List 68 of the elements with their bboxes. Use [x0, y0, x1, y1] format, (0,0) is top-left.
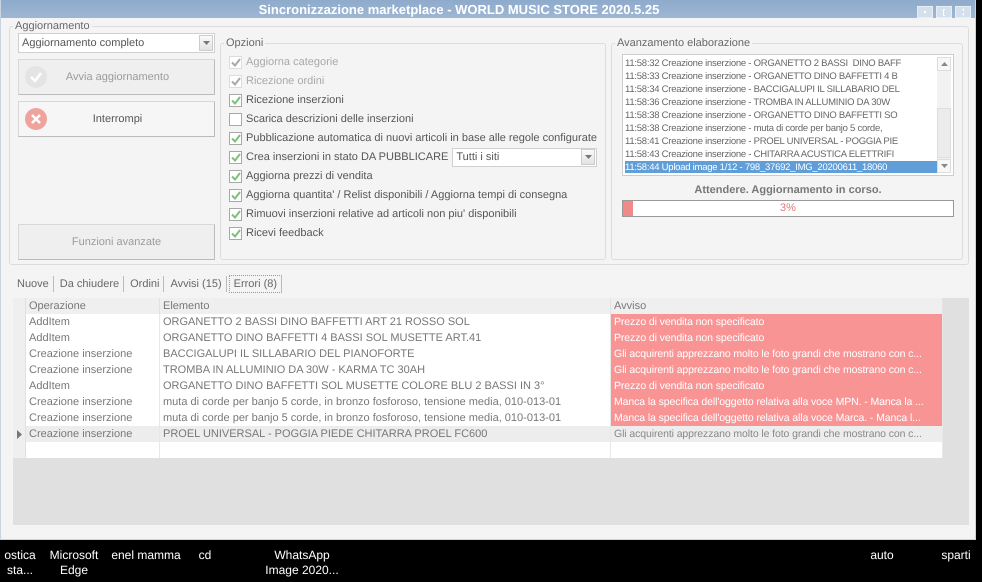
- checkbox[interactable]: [229, 94, 242, 106]
- log-entry[interactable]: 11:58:32 Creazione inserzione - ORGANETTO 2 BASSI DINO BAFF: [625, 57, 937, 70]
- minimize-button[interactable]: [917, 6, 933, 18]
- checkmark-icon: [25, 66, 47, 88]
- checkbox-label: Scarica descrizioni delle inserzioni: [246, 113, 414, 125]
- checkbox[interactable]: [229, 188, 242, 202]
- scroll-thumb[interactable]: [937, 108, 951, 158]
- table-cell: Manca la specifica dell'oggetto relativa alla voce Marca. - Manca l...: [611, 410, 943, 426]
- column-header[interactable]: Operazione: [26, 298, 160, 314]
- checkbox-label: Pubblicazione automatica di nuovi articoli in base alle regole configurate: [246, 132, 597, 144]
- checkbox[interactable]: [229, 226, 242, 240]
- checkbox-label: Rimuovi inserzioni relative ad articoli non piu' disponibili: [246, 208, 517, 220]
- desktop-icon-label[interactable]: enel mamma: [110, 548, 182, 563]
- table-cell: Prezzo di vendita non specificato: [611, 314, 943, 330]
- group-title: Opzioni: [224, 37, 266, 49]
- desktop-icon-label[interactable]: sparti: [930, 548, 982, 563]
- column-header[interactable]: Elemento: [160, 298, 611, 314]
- log-entry[interactable]: 11:58:38 Creazione inserzione - muta di corde per banjo 5 corde,: [625, 122, 937, 135]
- log-entry[interactable]: 11:58:33 Creazione inserzione - ORGANETTO DINO BAFFETTI 4 B: [625, 70, 937, 83]
- checkbox[interactable]: [229, 112, 242, 126]
- sites-dropdown[interactable]: Tutti i siti: [452, 148, 597, 166]
- scroll-up-icon[interactable]: [937, 57, 951, 71]
- close-button[interactable]: [955, 6, 971, 18]
- desktop-icon-label[interactable]: ostica sta...: [0, 548, 40, 578]
- group-title: Aggiornamento: [13, 20, 92, 32]
- log-entry[interactable]: 11:58:38 Creazione inserzione - ORGANETTO DINO BAFFETTI SO: [625, 109, 937, 122]
- mode-dropdown[interactable]: Aggiornamento completo: [18, 33, 215, 53]
- desktop-icon-label[interactable]: auto: [862, 548, 902, 563]
- stop-button[interactable]: Interrompi: [18, 101, 215, 137]
- minimize-icon: [924, 11, 926, 13]
- cancel-icon: [25, 108, 47, 130]
- tab[interactable]: Errori (8): [228, 275, 282, 293]
- row-header: [13, 298, 26, 314]
- log-entry[interactable]: 11:58:34 Creazione inserzione - BACCIGALUPI IL SILLABARIO DEL: [625, 83, 937, 96]
- checkbox-label: Aggiorna quantita' / Relist disponibili / Aggiorna tempi di consegna: [246, 189, 568, 201]
- tab[interactable]: Ordini: [126, 276, 164, 292]
- checkbox-label: Crea inserzioni in stato DA PUBBLICARE: [246, 151, 448, 163]
- checkbox[interactable]: [229, 208, 242, 220]
- checkbox-label: Aggiorna prezzi di vendita: [246, 170, 373, 182]
- tab[interactable]: Avvisi (15): [166, 276, 227, 292]
- checkbox[interactable]: [229, 132, 242, 144]
- table-cell: Prezzo di vendita non specificato: [611, 378, 943, 394]
- desktop-icon-label[interactable]: Microsoft Edge: [44, 548, 104, 578]
- checkbox[interactable]: [229, 170, 242, 182]
- progress-reading: 3%: [780, 202, 796, 214]
- current-row-icon: [16, 430, 22, 438]
- checkbox-label: Aggiorna categorie: [246, 56, 338, 68]
- table-cell: Gli acquirenti apprezzano molto le foto grandi che mostrano con c...: [611, 346, 943, 362]
- maximize-button[interactable]: [936, 6, 952, 18]
- checkbox-label: Ricezione ordini: [246, 75, 324, 87]
- log-entry[interactable]: 11:58:43 Creazione inserzione - CHITARRA ACUSTICA ELETTRIFI: [625, 148, 937, 161]
- checkbox[interactable]: [229, 150, 242, 164]
- desktop-icon-label[interactable]: cd: [190, 548, 220, 563]
- window-title: Sincronizzazione marketplace - WORLD MUSIC STORE 2020.5.25: [258, 2, 660, 18]
- table-cell: Prezzo di vendita non specificato: [611, 330, 943, 346]
- desktop-icon-label[interactable]: WhatsApp Image 2020...: [262, 548, 342, 578]
- log-entry[interactable]: 11:58:41 Creazione inserzione - PROEL UNIVERSAL - POGGIA PIE: [625, 135, 937, 148]
- column-header[interactable]: Avviso: [611, 298, 943, 314]
- status-text: Attendere. Aggiornamento in corso.: [693, 184, 883, 196]
- tab[interactable]: Da chiudere: [56, 276, 124, 292]
- scroll-down-icon[interactable]: [937, 159, 951, 173]
- table-cell: Gli acquirenti apprezzano molto le foto grandi che mostrano con c...: [611, 362, 943, 378]
- checkbox-label: Ricevi feedback: [246, 227, 324, 239]
- checkbox-label: Ricezione inserzioni: [246, 94, 344, 106]
- log-entry[interactable]: 11:58:36 Creazione inserzione - TROMBA IN ALLUMINIO DA 30W: [625, 96, 937, 109]
- group-title: Avanzamento elaborazione: [615, 37, 752, 49]
- tab[interactable]: Nuove: [13, 276, 54, 292]
- table-cell: Manca la specifica dell'oggetto relativa alla voce MPN. - Manca la ...: [611, 394, 943, 410]
